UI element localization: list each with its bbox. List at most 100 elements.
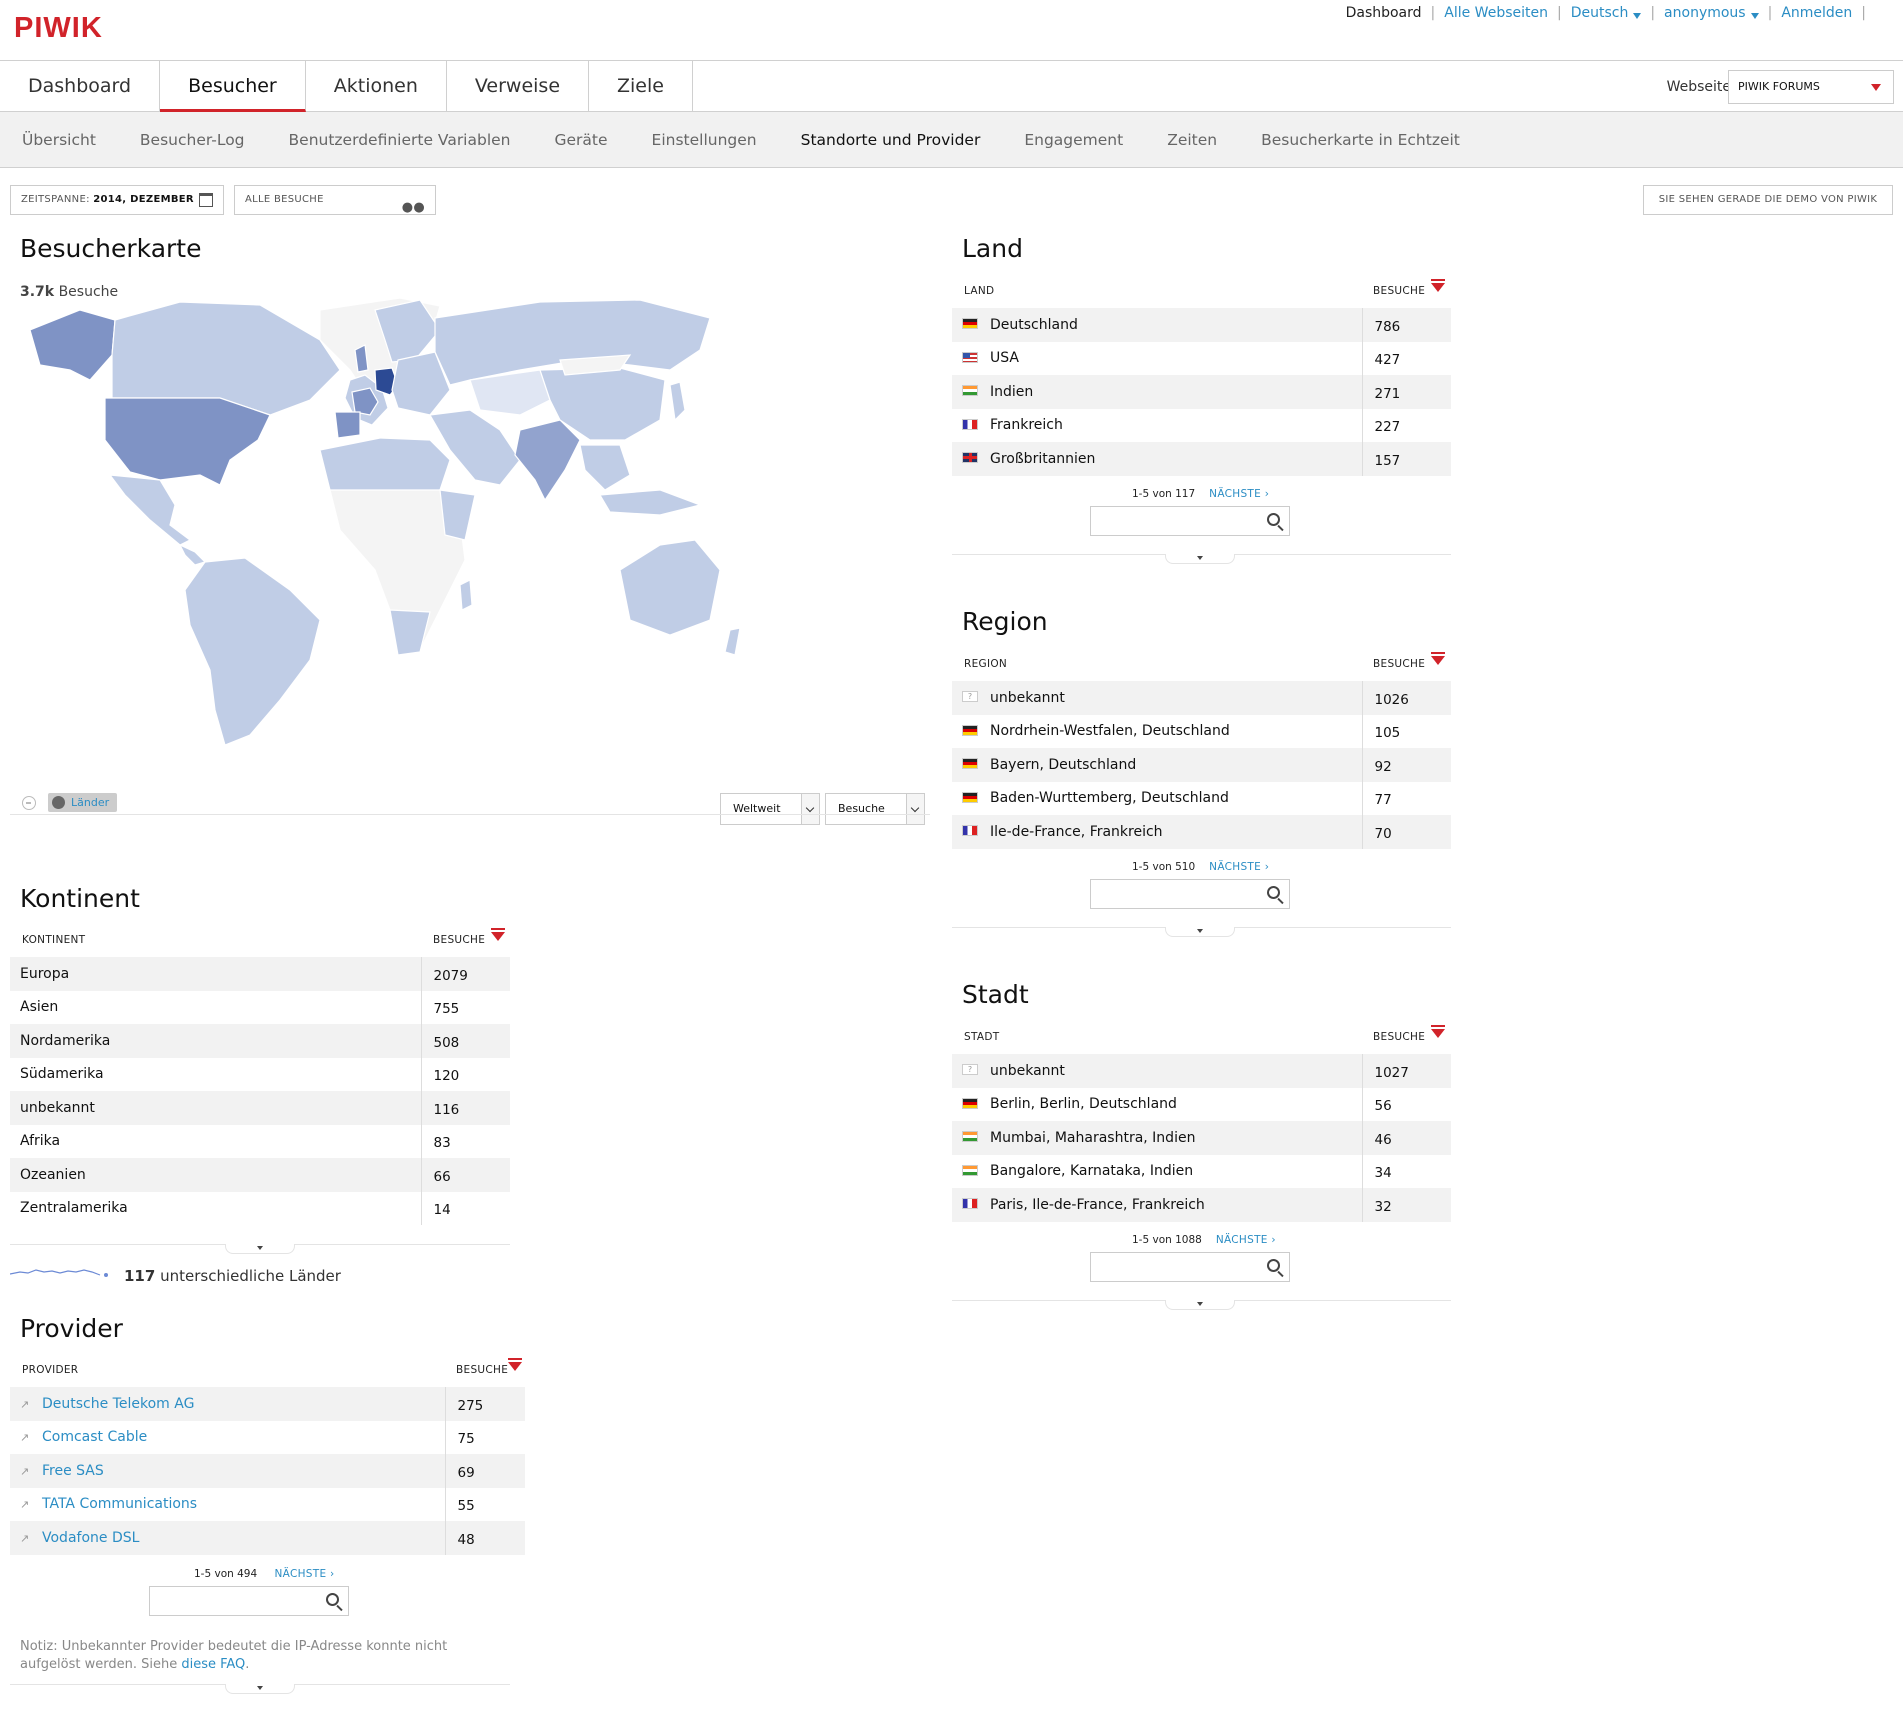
submenu-item[interactable]: Geräte <box>555 131 608 149</box>
provider-faq-link[interactable]: diese FAQ <box>181 1657 245 1672</box>
map-scope-select[interactable]: Weltweit <box>720 793 820 825</box>
provider-search-input[interactable] <box>149 1586 349 1616</box>
table-row[interactable]: Ozeanien 66 <box>10 1158 510 1192</box>
search-icon[interactable] <box>1267 886 1280 899</box>
external-link-icon[interactable]: ↗ <box>20 1431 32 1444</box>
zoom-out-icon[interactable] <box>22 796 36 810</box>
table-row[interactable]: Südamerika 120 <box>10 1057 510 1091</box>
external-link-icon[interactable]: ↗ <box>20 1398 32 1411</box>
city-next-link[interactable]: NÄCHSTE › <box>1216 1234 1276 1246</box>
in-flag-icon <box>962 1164 978 1176</box>
country-next-link[interactable]: NÄCHSTE › <box>1209 488 1269 500</box>
topnav-all-sites-link[interactable]: Alle Webseiten <box>1444 5 1548 21</box>
table-row[interactable]: Berlin, Berlin, Deutschland 56 <box>952 1087 1451 1121</box>
table-row[interactable]: Afrika 83 <box>10 1124 510 1158</box>
sort-desc-icon[interactable] <box>1431 279 1445 292</box>
topnav-user-menu[interactable]: anonymous <box>1664 5 1759 21</box>
table-row[interactable]: Nordrhein-Westfalen, Deutschland 105 <box>952 714 1451 748</box>
continent-col-value[interactable]: BESUCHE <box>433 934 485 946</box>
country-label: Indien <box>990 383 1034 400</box>
table-row[interactable]: ↗ Free SAS 69 <box>10 1454 525 1488</box>
external-link-icon[interactable]: ↗ <box>20 1532 32 1545</box>
expand-widget-icon[interactable] <box>1165 927 1235 937</box>
region-search-input[interactable] <box>1090 879 1290 909</box>
tab-aktionen[interactable]: Aktionen <box>306 61 447 112</box>
tab-dashboard[interactable]: Dashboard <box>0 61 161 112</box>
provider-next-link[interactable]: NÄCHSTE › <box>275 1568 335 1580</box>
provider-link[interactable]: Free SAS <box>42 1463 104 1479</box>
search-icon[interactable] <box>1267 513 1280 526</box>
country-search-input[interactable] <box>1090 506 1290 536</box>
submenu-item[interactable]: Standorte und Provider <box>801 131 981 149</box>
table-row[interactable]: USA 427 <box>952 341 1451 375</box>
map-metric-select[interactable]: Besuche <box>825 793 925 825</box>
table-row[interactable]: Ile-de-France, Frankreich 70 <box>952 815 1451 849</box>
table-row[interactable]: Baden-Wurttemberg, Deutschland 77 <box>952 781 1451 815</box>
region-next-link[interactable]: NÄCHSTE › <box>1209 861 1269 873</box>
submenu-item[interactable]: Besucherkarte in Echtzeit <box>1261 131 1460 149</box>
topnav-language-selector[interactable]: Deutsch <box>1571 5 1642 21</box>
expand-widget-icon[interactable] <box>225 1684 295 1694</box>
sort-desc-icon[interactable] <box>508 1358 522 1371</box>
map-mode-button[interactable]: Länder <box>48 793 117 812</box>
submenu-item[interactable]: Übersicht <box>22 131 96 149</box>
expand-widget-icon[interactable] <box>225 1244 295 1254</box>
city-search-input[interactable] <box>1090 1252 1290 1282</box>
table-row[interactable]: ? unbekannt 1027 <box>952 1054 1451 1088</box>
table-row[interactable]: Zentralamerika 14 <box>10 1191 510 1225</box>
table-row[interactable]: Bangalore, Karnataka, Indien 34 <box>952 1154 1451 1188</box>
sort-desc-icon[interactable] <box>1431 1025 1445 1038</box>
region-col-value[interactable]: BESUCHE <box>1373 658 1425 670</box>
city-col-value[interactable]: BESUCHE <box>1373 1031 1425 1043</box>
submenu-item[interactable]: Benutzerdefinierte Variablen <box>289 131 511 149</box>
continent-value: 116 <box>421 1091 510 1125</box>
expand-widget-icon[interactable] <box>1165 554 1235 564</box>
table-row[interactable]: ↗ Vodafone DSL 48 <box>10 1521 525 1555</box>
expand-widget-icon[interactable] <box>1165 1300 1235 1310</box>
provider-link[interactable]: Vodafone DSL <box>42 1530 139 1546</box>
submenu-item[interactable]: Einstellungen <box>652 131 757 149</box>
external-link-icon[interactable]: ↗ <box>20 1465 32 1478</box>
table-row[interactable]: Großbritannien 157 <box>952 442 1451 476</box>
search-icon[interactable] <box>326 1593 339 1606</box>
table-row[interactable]: Deutschland 786 <box>952 308 1451 342</box>
piwik-logo[interactable]: PIWIK <box>14 12 103 45</box>
table-row[interactable]: Frankreich 227 <box>952 408 1451 442</box>
provider-link[interactable]: Comcast Cable <box>42 1429 147 1445</box>
topnav-dashboard-link[interactable]: Dashboard <box>1346 5 1422 21</box>
submenu-item[interactable]: Engagement <box>1024 131 1123 149</box>
table-row[interactable]: unbekannt 116 <box>10 1091 510 1125</box>
table-row[interactable]: Asien 755 <box>10 990 510 1024</box>
search-icon[interactable] <box>1267 1259 1280 1272</box>
table-row[interactable]: Paris, Ile-de-France, Frankreich 32 <box>952 1188 1451 1222</box>
period-selector[interactable]: ZEITSPANNE: 2014, DEZEMBER <box>10 185 224 215</box>
table-row[interactable]: Nordamerika 508 <box>10 1024 510 1058</box>
provider-link[interactable]: TATA Communications <box>42 1496 197 1512</box>
submenu-item[interactable]: Besucher-Log <box>140 131 245 149</box>
tab-ziele[interactable]: Ziele <box>589 61 693 112</box>
country-col-value[interactable]: BESUCHE <box>1373 285 1425 297</box>
tab-besucher[interactable]: Besucher <box>160 61 306 112</box>
table-row[interactable]: Bayern, Deutschland 92 <box>952 748 1451 782</box>
provider-cell: ↗ Comcast Cable <box>10 1420 446 1454</box>
provider-link[interactable]: Deutsche Telekom AG <box>42 1396 194 1412</box>
table-row[interactable]: ? unbekannt 1026 <box>952 681 1451 715</box>
topnav-login-link[interactable]: Anmelden <box>1781 5 1852 21</box>
table-row[interactable]: Mumbai, Maharashtra, Indien 46 <box>952 1121 1451 1155</box>
sort-desc-icon[interactable] <box>1431 652 1445 665</box>
table-row[interactable]: ↗ Deutsche Telekom AG 275 <box>10 1387 525 1421</box>
sort-desc-icon[interactable] <box>491 928 505 941</box>
table-row[interactable]: ↗ TATA Communications 55 <box>10 1487 525 1521</box>
table-row[interactable]: ↗ Comcast Cable 75 <box>10 1420 525 1454</box>
tab-verweise[interactable]: Verweise <box>447 61 590 112</box>
site-selector[interactable]: PIWIK FORUMS <box>1728 70 1894 104</box>
table-row[interactable]: Indien 271 <box>952 375 1451 409</box>
segment-selector[interactable]: ALLE BESUCHE ●● <box>234 185 436 215</box>
external-link-icon[interactable]: ↗ <box>20 1498 32 1511</box>
submenu-item[interactable]: Zeiten <box>1167 131 1217 149</box>
demo-notice-button[interactable]: SIE SEHEN GERADE DIE DEMO VON PIWIK <box>1643 185 1893 215</box>
table-row[interactable]: Europa 2079 <box>10 957 510 991</box>
world-map[interactable] <box>20 290 920 750</box>
region-title: Region <box>962 607 1048 636</box>
provider-col-value[interactable]: BESUCHE <box>456 1364 508 1376</box>
